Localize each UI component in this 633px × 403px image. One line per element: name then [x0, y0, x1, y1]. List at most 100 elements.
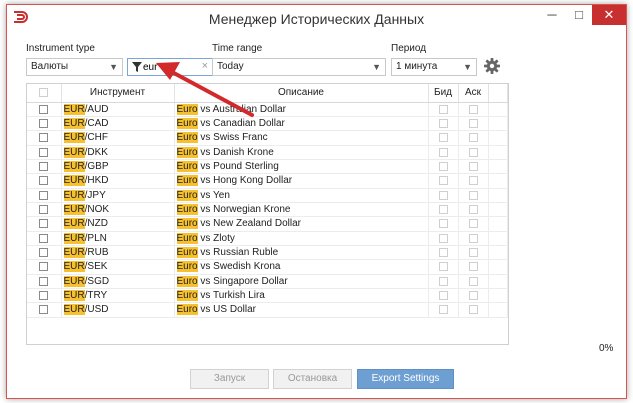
bid-checkbox[interactable] [438, 291, 448, 300]
table-row[interactable]: EUR/USD Euro vs US Dollar [27, 302, 508, 318]
row-checkbox-cell[interactable] [27, 145, 62, 160]
column-header-description[interactable]: Описание [174, 84, 429, 103]
filter-input[interactable] [143, 60, 193, 74]
minimize-button[interactable]: ─ [539, 5, 565, 25]
ask-checkbox[interactable] [468, 204, 478, 214]
table-row[interactable]: EUR/DKK Euro vs Danish Krone [27, 145, 508, 160]
row-checkbox-cell[interactable] [27, 116, 62, 132]
ask-cell[interactable] [458, 102, 489, 117]
ask-checkbox[interactable] [468, 247, 478, 257]
bid-cell[interactable] [428, 274, 459, 289]
ask-checkbox[interactable] [468, 176, 478, 186]
ask-checkbox[interactable] [468, 118, 478, 128]
column-header-instrument[interactable]: Инструмент [61, 84, 175, 103]
ask-cell[interactable] [458, 259, 489, 275]
bid-checkbox[interactable] [438, 204, 448, 214]
time-range-select[interactable]: Today ▼ [212, 58, 386, 76]
ask-checkbox[interactable] [468, 262, 478, 272]
bid-cell[interactable] [428, 216, 459, 232]
ask-checkbox[interactable] [468, 104, 478, 114]
row-checkbox-cell[interactable] [27, 274, 62, 289]
bid-checkbox[interactable] [438, 118, 448, 128]
stop-button[interactable]: Остановка [273, 369, 352, 389]
bid-cell[interactable] [428, 288, 459, 304]
ask-checkbox[interactable] [468, 190, 478, 200]
table-row[interactable]: EUR/CHF Euro vs Swiss Franc [27, 130, 508, 146]
ask-checkbox[interactable] [468, 276, 478, 286]
ask-checkbox[interactable] [468, 291, 478, 300]
bid-cell[interactable] [428, 173, 459, 189]
bid-cell[interactable] [428, 116, 459, 132]
column-header-bid[interactable]: Бид [428, 84, 459, 103]
bid-checkbox[interactable] [438, 233, 448, 243]
row-checkbox[interactable] [39, 133, 49, 143]
ask-cell[interactable] [458, 202, 489, 218]
bid-checkbox[interactable] [438, 219, 448, 229]
row-checkbox-cell[interactable] [27, 130, 62, 146]
ask-cell[interactable] [458, 216, 489, 232]
row-checkbox[interactable] [39, 118, 49, 128]
table-row[interactable]: EUR/NOK Euro vs Norwegian Krone [27, 202, 508, 218]
run-button[interactable]: Запуск [190, 369, 269, 389]
row-checkbox[interactable] [39, 233, 49, 243]
row-checkbox-cell[interactable] [27, 102, 62, 117]
bid-cell[interactable] [428, 202, 459, 218]
bid-checkbox[interactable] [438, 133, 448, 143]
ask-cell[interactable] [458, 145, 489, 160]
bid-checkbox[interactable] [438, 104, 448, 114]
row-checkbox[interactable] [39, 247, 49, 257]
row-checkbox[interactable] [39, 190, 49, 200]
row-checkbox-cell[interactable] [27, 302, 62, 318]
ask-checkbox[interactable] [468, 305, 478, 315]
row-checkbox[interactable] [39, 305, 49, 315]
row-checkbox[interactable] [39, 104, 49, 114]
row-checkbox[interactable] [39, 262, 49, 272]
bid-cell[interactable] [428, 231, 459, 246]
ask-cell[interactable] [458, 231, 489, 246]
ask-cell[interactable] [458, 159, 489, 175]
table-row[interactable]: EUR/SEK Euro vs Swedish Krona [27, 259, 508, 275]
bid-cell[interactable] [428, 245, 459, 261]
table-row[interactable]: EUR/AUD Euro vs Australian Dollar [27, 102, 508, 117]
bid-cell[interactable] [428, 130, 459, 146]
bid-checkbox[interactable] [438, 147, 448, 157]
ask-checkbox[interactable] [468, 147, 478, 157]
bid-checkbox[interactable] [438, 176, 448, 186]
row-checkbox[interactable] [39, 176, 49, 186]
table-row[interactable]: EUR/GBP Euro vs Pound Sterling [27, 159, 508, 175]
clear-filter-icon[interactable]: × [202, 60, 208, 72]
bid-cell[interactable] [428, 159, 459, 175]
row-checkbox-cell[interactable] [27, 245, 62, 261]
row-checkbox[interactable] [39, 204, 49, 214]
row-checkbox-cell[interactable] [27, 231, 62, 246]
row-checkbox[interactable] [39, 276, 49, 286]
row-checkbox[interactable] [39, 147, 49, 157]
row-checkbox-cell[interactable] [27, 216, 62, 232]
bid-cell[interactable] [428, 145, 459, 160]
bid-cell[interactable] [428, 259, 459, 275]
maximize-button[interactable]: □ [566, 5, 592, 25]
row-checkbox[interactable] [39, 161, 49, 171]
table-row[interactable]: EUR/RUB Euro vs Russian Ruble [27, 245, 508, 261]
table-row[interactable]: EUR/PLN Euro vs Zloty [27, 231, 508, 246]
ask-checkbox[interactable] [468, 219, 478, 229]
row-checkbox-cell[interactable] [27, 202, 62, 218]
bid-cell[interactable] [428, 102, 459, 117]
ask-cell[interactable] [458, 302, 489, 318]
select-all-checkbox[interactable] [39, 88, 49, 98]
filter-field[interactable]: × [127, 58, 213, 76]
row-checkbox[interactable] [39, 291, 49, 300]
close-button[interactable]: ✕ [592, 5, 626, 25]
bid-checkbox[interactable] [438, 276, 448, 286]
table-row[interactable]: EUR/SGD Euro vs Singapore Dollar [27, 274, 508, 289]
table-row[interactable]: EUR/JPY Euro vs Yen [27, 188, 508, 203]
table-row[interactable]: EUR/NZD Euro vs New Zealand Dollar [27, 216, 508, 232]
table-row[interactable]: EUR/TRY Euro vs Turkish Lira [27, 288, 508, 304]
row-checkbox-cell[interactable] [27, 159, 62, 175]
bid-cell[interactable] [428, 188, 459, 203]
row-checkbox-cell[interactable] [27, 259, 62, 275]
ask-cell[interactable] [458, 274, 489, 289]
ask-checkbox[interactable] [468, 233, 478, 243]
ask-checkbox[interactable] [468, 161, 478, 171]
table-row[interactable]: EUR/HKD Euro vs Hong Kong Dollar [27, 173, 508, 189]
